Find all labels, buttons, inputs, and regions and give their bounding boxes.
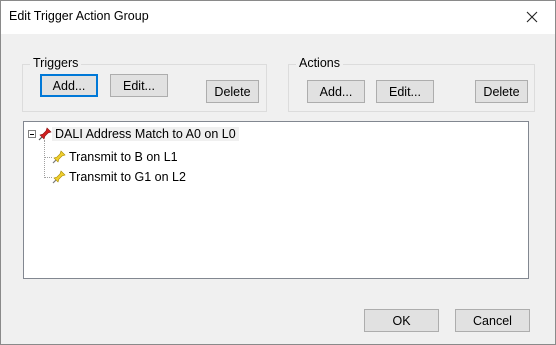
actions-edit-button[interactable]: Edit... <box>376 80 434 103</box>
edit-trigger-action-group-dialog: Edit Trigger Action Group Triggers Add..… <box>0 0 556 345</box>
tree-node-action[interactable]: Transmit to G1 on L2 <box>52 168 189 186</box>
actions-delete-button[interactable]: Delete <box>475 80 528 103</box>
window-title: Edit Trigger Action Group <box>9 9 149 23</box>
triggers-group-label: Triggers <box>30 56 82 70</box>
actions-group-label: Actions <box>296 56 343 70</box>
triggers-edit-button[interactable]: Edit... <box>110 74 168 97</box>
tree-node-action[interactable]: Transmit to B on L1 <box>52 148 181 166</box>
tree-node-trigger[interactable]: DALI Address Match to A0 on L0 <box>38 125 239 143</box>
triggers-delete-button[interactable]: Delete <box>206 80 259 103</box>
red-pushpin-icon <box>38 127 52 141</box>
ok-button[interactable]: OK <box>364 309 439 332</box>
triggers-add-button[interactable]: Add... <box>40 74 98 97</box>
close-button[interactable] <box>509 1 555 33</box>
tree-connector-line <box>44 140 45 178</box>
tree-node-label: DALI Address Match to A0 on L0 <box>52 127 239 141</box>
close-icon <box>526 11 538 23</box>
collapse-toggle[interactable] <box>28 130 36 138</box>
tree-connector-line <box>44 177 52 178</box>
actions-add-button[interactable]: Add... <box>307 80 365 103</box>
cancel-button[interactable]: Cancel <box>455 309 530 332</box>
yellow-pushpin-icon <box>52 150 66 164</box>
yellow-pushpin-icon <box>52 170 66 184</box>
tree-connector-line <box>44 157 52 158</box>
tree-node-label: Transmit to G1 on L2 <box>69 170 186 184</box>
tree-node-label: Transmit to B on L1 <box>69 150 178 164</box>
title-bar: Edit Trigger Action Group <box>1 1 555 34</box>
trigger-action-tree[interactable]: DALI Address Match to A0 on L0 Transmit … <box>23 121 529 279</box>
